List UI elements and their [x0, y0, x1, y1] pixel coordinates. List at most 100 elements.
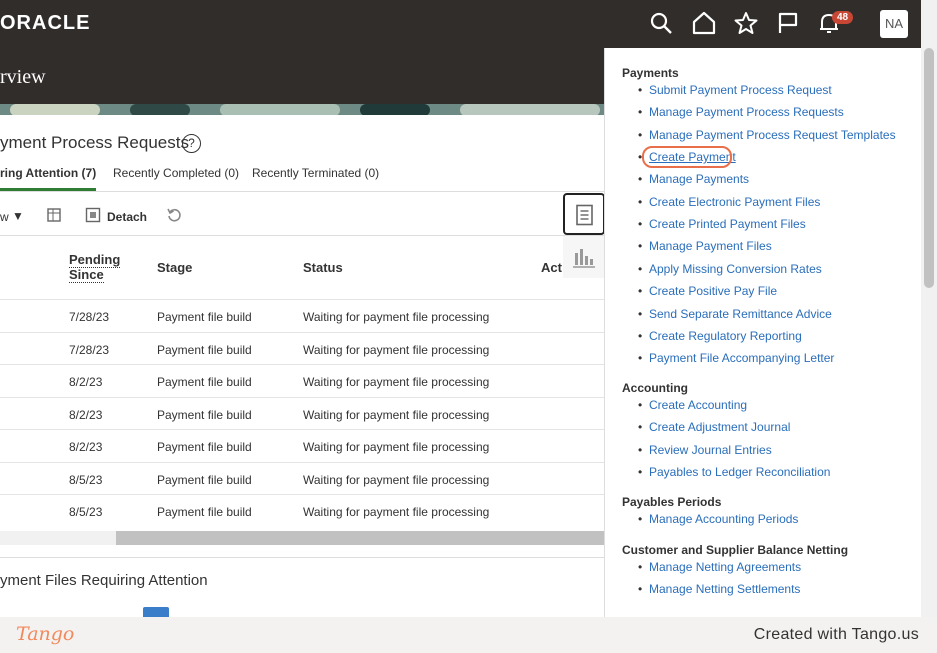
task-link-payment-file-accompanying-letter[interactable]: Payment File Accompanying Letter — [649, 351, 834, 365]
task-link-manage-payment-process-request-templates[interactable]: Manage Payment Process Request Templates — [649, 128, 896, 142]
column-header-pending-since[interactable]: Pending Since — [69, 252, 121, 283]
page-title: rview — [0, 66, 46, 88]
star-icon[interactable] — [733, 10, 759, 36]
column-header-stage[interactable]: Stage — [157, 260, 192, 275]
cell-status: Waiting for payment file processing — [303, 342, 490, 357]
task-link-send-separate-remittance-advice[interactable]: Send Separate Remittance Advice — [649, 307, 832, 321]
task-link-create-positive-pay-file[interactable]: Create Positive Pay File — [649, 284, 777, 298]
task-link-manage-payment-files[interactable]: Manage Payment Files — [649, 239, 772, 253]
cell-status: Waiting for payment file processing — [303, 505, 490, 519]
divider — [0, 191, 605, 192]
table-row[interactable]: 8/5/23 Payment file build Waiting for paym… — [0, 461, 605, 495]
cell-stage: Payment file build — [157, 310, 252, 324]
detach-icon[interactable] — [85, 207, 101, 226]
tasks-panel: Payments • Submit Payment Process Request… — [604, 48, 921, 617]
task-link-review-journal-entries[interactable]: Review Journal Entries — [649, 443, 772, 457]
group-title-accounting: Accounting — [622, 381, 688, 395]
flag-icon[interactable] — [775, 10, 801, 36]
task-link-payables-to-ledger-reconciliation[interactable]: Payables to Ledger Reconciliation — [649, 465, 830, 479]
section-title-payment-files: yment Files Requiring Attention — [0, 572, 208, 589]
bar-chart-icon — [573, 249, 595, 268]
vertical-scrollbar[interactable] — [921, 0, 937, 617]
cell-stage: Payment file build — [157, 505, 252, 519]
bullet-icon: • — [638, 328, 643, 343]
detach-button[interactable]: Detach — [107, 210, 147, 224]
task-link-manage-accounting-periods[interactable]: Manage Accounting Periods — [649, 512, 798, 526]
freeze-columns-icon[interactable] — [46, 207, 62, 226]
cell-stage: Payment file build — [157, 342, 252, 357]
top-bar: ORACLE 48 NA — [0, 0, 921, 48]
task-link-create-electronic-payment-files[interactable]: Create Electronic Payment Files — [649, 195, 820, 209]
scrollbar-thumb[interactable] — [116, 531, 605, 545]
task-link-create-regulatory-reporting[interactable]: Create Regulatory Reporting — [649, 329, 802, 343]
bullet-icon: • — [638, 217, 643, 232]
click-highlight — [642, 146, 732, 168]
table-row[interactable]: 8/2/23 Payment file build Waiting for paym… — [0, 396, 605, 430]
table-row[interactable]: 8/2/23 Payment file build Waiting for paym… — [0, 429, 605, 462]
cell-pending-since: 8/5/23 — [69, 472, 103, 487]
cell-stage: Payment file build — [157, 472, 252, 487]
task-link-manage-payment-process-requests[interactable]: Manage Payment Process Requests — [649, 105, 844, 119]
view-menu-label[interactable]: w — [0, 210, 9, 224]
requests-table-body: 7/28/23 Payment file build Waiting for pay… — [0, 299, 605, 527]
table-row[interactable]: 7/28/23 Payment file build Waiting for pay… — [0, 331, 605, 365]
bullet-icon: • — [638, 261, 643, 276]
cell-status: Waiting for payment file processing — [303, 407, 490, 422]
bullet-icon: • — [638, 512, 643, 526]
cell-stage: Payment file build — [157, 440, 252, 454]
app-window: ORACLE 48 NA rview yment Process Request… — [0, 0, 921, 617]
bullet-icon: • — [638, 127, 643, 142]
column-header-actions[interactable]: Act — [541, 260, 562, 275]
list-view-toggle[interactable] — [563, 193, 605, 235]
column-header-status[interactable]: Status — [303, 260, 343, 275]
refresh-icon[interactable] — [166, 207, 182, 226]
chart-view-toggle[interactable] — [563, 236, 605, 278]
home-icon[interactable] — [691, 10, 717, 36]
user-avatar[interactable]: NA — [880, 10, 908, 38]
bullet-icon: • — [638, 172, 643, 187]
divider — [0, 557, 605, 558]
cell-pending-since: 8/2/23 — [69, 407, 103, 422]
column-header-pending-line2: Since — [69, 267, 104, 283]
cell-pending-since: 7/28/23 — [69, 342, 110, 357]
cell-pending-since: 8/5/23 — [69, 505, 103, 519]
notification-badge: 48 — [832, 11, 854, 24]
task-link-manage-netting-agreements[interactable]: Manage Netting Agreements — [649, 560, 801, 574]
cell-status: Waiting for payment file processing — [303, 440, 490, 454]
tab-recently-completed[interactable]: Recently Completed (0) — [113, 166, 239, 180]
scrollbar-thumb[interactable] — [924, 48, 934, 288]
bullet-icon: • — [638, 83, 643, 97]
task-link-apply-missing-conversion-rates[interactable]: Apply Missing Conversion Rates — [649, 262, 822, 276]
task-link-manage-payments[interactable]: Manage Payments — [649, 172, 749, 186]
group-title-payables-periods: Payables Periods — [622, 495, 722, 509]
horizontal-scrollbar[interactable] — [0, 531, 605, 545]
cell-pending-since: 8/2/23 — [69, 440, 103, 454]
bullet-icon: • — [638, 398, 643, 412]
task-link-submit-payment-process-request[interactable]: Submit Payment Process Request — [649, 83, 832, 97]
task-link-create-adjustment-journal[interactable]: Create Adjustment Journal — [649, 420, 790, 434]
bullet-icon: • — [638, 420, 643, 435]
cell-status: Waiting for payment file processing — [303, 375, 490, 389]
oracle-logo: ORACLE — [0, 12, 91, 34]
table-row[interactable]: 7/28/23 Payment file build Waiting for pay… — [0, 299, 605, 332]
search-icon[interactable] — [648, 10, 674, 36]
tab-recently-terminated[interactable]: Recently Terminated (0) — [252, 166, 379, 180]
task-link-create-printed-payment-files[interactable]: Create Printed Payment Files — [649, 217, 806, 231]
cell-stage: Payment file build — [157, 375, 252, 389]
footer: Tango Created with Tango.us — [0, 617, 937, 653]
tab-requiring-attention[interactable]: ring Attention (7) — [0, 166, 97, 191]
help-icon[interactable]: ? — [182, 134, 201, 153]
bullet-icon: • — [638, 239, 643, 254]
task-link-manage-netting-settlements[interactable]: Manage Netting Settlements — [649, 582, 800, 596]
bullet-icon: • — [638, 194, 643, 209]
table-row[interactable]: 8/5/23 Payment file build Waiting for paym… — [0, 494, 605, 527]
bullet-icon: • — [638, 465, 643, 480]
cell-status: Waiting for payment file processing — [303, 472, 490, 487]
chevron-down-icon[interactable]: ▼ — [12, 209, 24, 223]
cell-pending-since: 7/28/23 — [69, 310, 110, 324]
section-title: yment Process Requests — [0, 133, 189, 152]
bullet-icon: • — [638, 560, 643, 574]
table-row[interactable]: 8/2/23 Payment file build Waiting for paym… — [0, 364, 605, 397]
task-link-create-accounting[interactable]: Create Accounting — [649, 398, 747, 412]
section2-view-button[interactable] — [143, 607, 169, 617]
